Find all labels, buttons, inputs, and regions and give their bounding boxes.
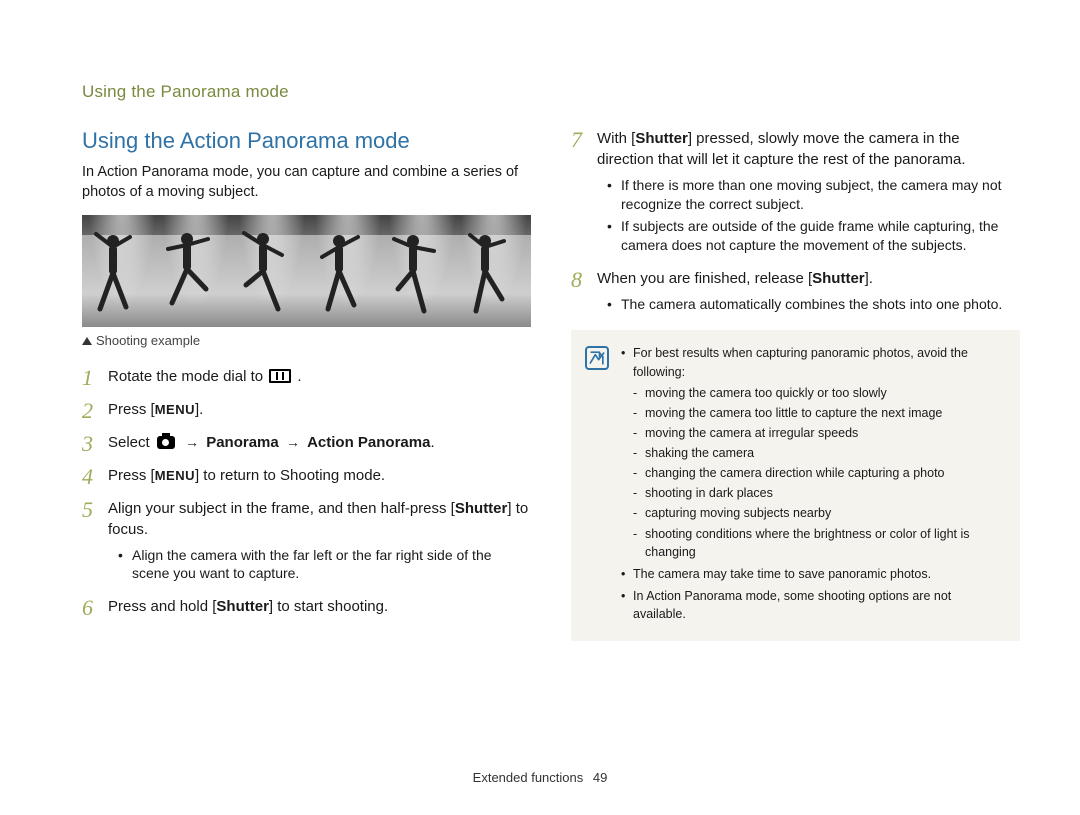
step-number: 8	[571, 268, 597, 291]
note-box: For best results when capturing panorami…	[571, 330, 1020, 641]
steps-list-left: 1Rotate the mode dial to .2Press [MENU].…	[82, 366, 531, 620]
note-extra-1: The camera may take time to save panoram…	[621, 565, 1004, 583]
steps-list-right: 7With [Shutter] pressed, slowly move the…	[571, 128, 1020, 316]
shooting-example-image	[82, 215, 531, 327]
step-number: 3	[82, 432, 108, 455]
page-footer: Extended functions 49	[0, 770, 1080, 785]
step-6: 6Press and hold [Shutter] to start shoot…	[82, 596, 531, 619]
step-3: 3Select → Panorama → Action Panorama.	[82, 432, 531, 455]
panorama-mode-icon	[269, 369, 291, 383]
note-lead: For best results when capturing panorami…	[621, 344, 1004, 560]
note-content: For best results when capturing panorami…	[621, 344, 1004, 627]
sub-bullet: Align the camera with the far left or th…	[118, 546, 531, 584]
left-column: Using the Action Panorama mode In Action…	[82, 128, 531, 641]
note-icon	[585, 346, 609, 370]
step-body: Press [MENU] to return to Shooting mode.	[108, 465, 531, 486]
sub-bullet: The camera automatically combines the sh…	[607, 295, 1020, 314]
example-caption: Shooting example	[82, 333, 531, 348]
step-8: 8When you are finished, release [Shutter…	[571, 268, 1020, 317]
sub-bullet: If there is more than one moving subject…	[607, 176, 1020, 214]
step-number: 4	[82, 465, 108, 488]
right-column: 7With [Shutter] pressed, slowly move the…	[571, 128, 1020, 641]
step-5: 5Align your subject in the frame, and th…	[82, 498, 531, 587]
note-item: moving the camera too quickly or too slo…	[633, 384, 1004, 402]
step-number: 6	[82, 596, 108, 619]
step-body: Rotate the mode dial to .	[108, 366, 531, 387]
footer-section: Extended functions	[473, 770, 584, 785]
note-item: moving the camera at irregular speeds	[633, 424, 1004, 442]
step-number: 1	[82, 366, 108, 389]
step-body: When you are finished, release [Shutter]…	[597, 268, 1020, 317]
note-item: shooting conditions where the brightness…	[633, 525, 1004, 561]
step-2: 2Press [MENU].	[82, 399, 531, 422]
step-body: Press and hold [Shutter] to start shooti…	[108, 596, 531, 617]
step-1: 1Rotate the mode dial to .	[82, 366, 531, 389]
note-item: shooting in dark places	[633, 484, 1004, 502]
step-sub-bullets: The camera automatically combines the sh…	[597, 295, 1020, 314]
step-body: With [Shutter] pressed, slowly move the …	[597, 128, 1020, 258]
step-body: Align your subject in the frame, and the…	[108, 498, 531, 587]
note-item: changing the camera direction while capt…	[633, 464, 1004, 482]
step-sub-bullets: Align the camera with the far left or th…	[108, 546, 531, 584]
step-sub-bullets: If there is more than one moving subject…	[597, 176, 1020, 255]
camera-icon	[157, 436, 175, 449]
menu-button-icon: MENU	[155, 401, 195, 419]
step-body: Select → Panorama → Action Panorama.	[108, 432, 531, 453]
sub-bullet: If subjects are outside of the guide fra…	[607, 217, 1020, 255]
footer-page-number: 49	[593, 770, 607, 785]
menu-button-icon: MENU	[155, 467, 195, 485]
triangle-up-icon	[82, 337, 92, 345]
step-number: 7	[571, 128, 597, 151]
note-item: shaking the camera	[633, 444, 1004, 462]
step-body: Press [MENU].	[108, 399, 531, 420]
page-header: Using the Panorama mode	[82, 82, 1020, 102]
intro-text: In Action Panorama mode, you can capture…	[82, 162, 531, 203]
step-4: 4Press [MENU] to return to Shooting mode…	[82, 465, 531, 488]
note-item: moving the camera too little to capture …	[633, 404, 1004, 422]
step-number: 5	[82, 498, 108, 521]
section-title: Using the Action Panorama mode	[82, 128, 531, 154]
step-number: 2	[82, 399, 108, 422]
note-item: capturing moving subjects nearby	[633, 504, 1004, 522]
step-7: 7With [Shutter] pressed, slowly move the…	[571, 128, 1020, 258]
note-extra-2: In Action Panorama mode, some shooting o…	[621, 587, 1004, 623]
